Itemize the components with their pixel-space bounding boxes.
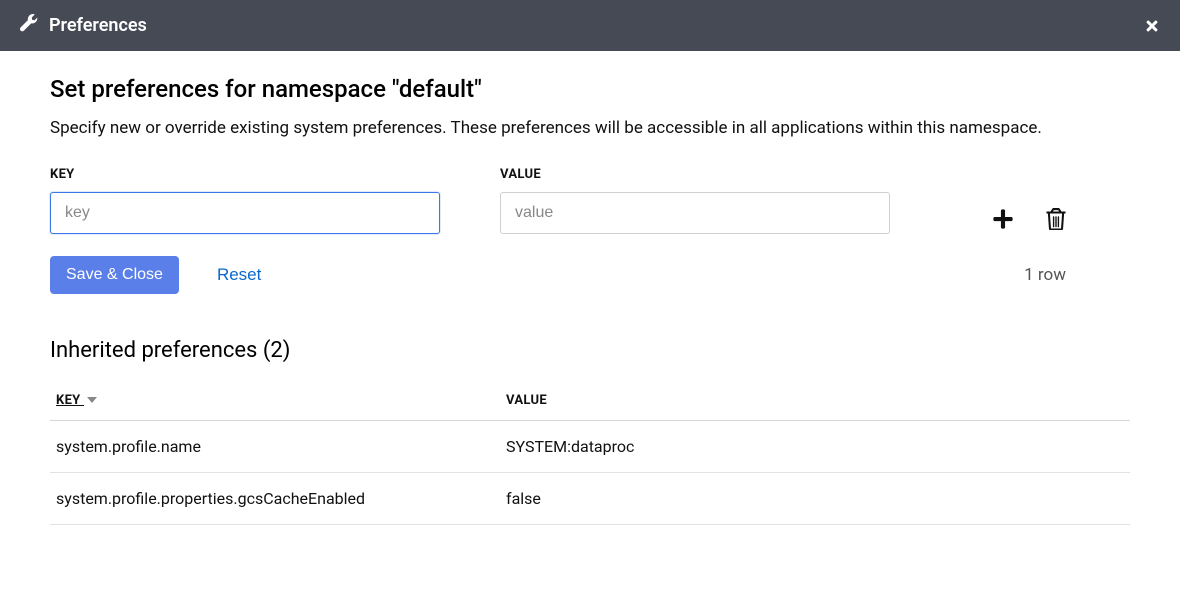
wrench-icon [20, 14, 38, 37]
key-input[interactable] [50, 192, 440, 234]
inherited-value-cell: SYSTEM:dataproc [500, 421, 1130, 473]
value-label: VALUE [500, 167, 890, 182]
inherited-key-cell: system.profile.name [50, 421, 500, 473]
key-label: KEY [50, 167, 440, 182]
inherited-key-cell: system.profile.properties.gcsCacheEnable… [50, 473, 500, 525]
inherited-col-value-header: VALUE [500, 383, 1130, 421]
add-row-button[interactable] [992, 208, 1014, 230]
delete-row-button[interactable] [1046, 208, 1066, 230]
table-row: system.profile.name SYSTEM:dataproc [50, 421, 1130, 473]
inherited-value-cell: false [500, 473, 1130, 525]
inherited-section-title: Inherited preferences (2) [50, 338, 1130, 363]
modal-title: Preferences [49, 15, 147, 36]
preference-input-row: KEY VALUE [50, 167, 1130, 234]
sort-desc-icon [87, 393, 97, 408]
row-count-label: 1 row [1024, 265, 1130, 285]
inherited-col-key-label: KEY [56, 393, 81, 408]
save-close-button[interactable]: Save & Close [50, 256, 179, 294]
inherited-preferences-table: KEY VALUE system.profile.name SYSTEM:dat… [50, 383, 1130, 525]
close-button[interactable] [1144, 18, 1160, 34]
modal-header: Preferences [0, 0, 1180, 51]
value-input[interactable] [500, 192, 890, 234]
plus-icon [992, 218, 1014, 233]
inherited-col-key-header[interactable]: KEY [50, 383, 500, 421]
trash-icon [1046, 218, 1066, 233]
close-icon [1144, 22, 1160, 37]
page-title: Set preferences for namespace "default" [50, 75, 1130, 103]
page-description: Specify new or override existing system … [50, 115, 1110, 141]
reset-button[interactable]: Reset [217, 265, 261, 285]
table-row: system.profile.properties.gcsCacheEnable… [50, 473, 1130, 525]
